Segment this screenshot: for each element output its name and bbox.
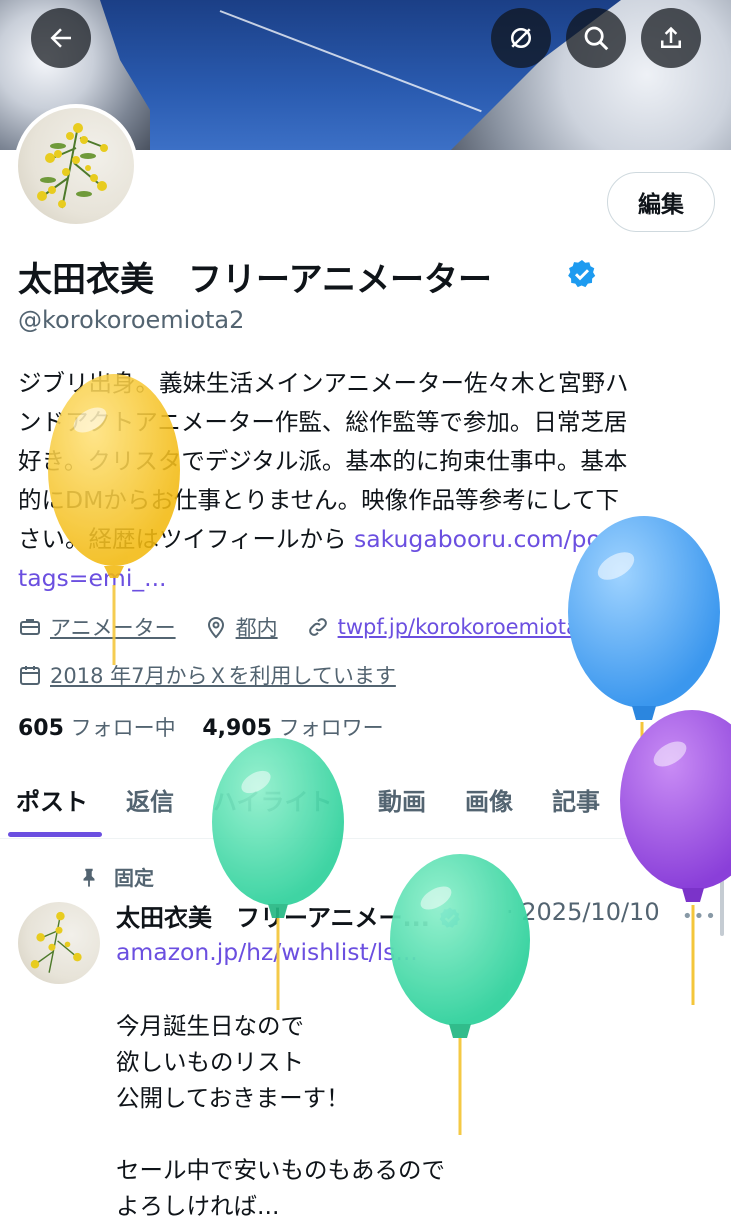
- profession-item[interactable]: アニメーター: [18, 612, 176, 642]
- bio-link[interactable]: sakugabooru.com/post?: [354, 525, 635, 553]
- verified-badge-icon: [568, 260, 596, 288]
- search-button[interactable]: [566, 8, 626, 68]
- briefcase-icon: [20, 619, 40, 635]
- avatar-mimosa-image: [18, 108, 134, 224]
- share-button[interactable]: [641, 8, 701, 68]
- active-tab-indicator: [8, 832, 102, 837]
- website-link[interactable]: twpf.jp/korokoroemiota2: [338, 615, 593, 639]
- joined-label: 2018 年7月からＸを利用しています: [50, 664, 396, 688]
- profession-label[interactable]: アニメーター: [50, 612, 176, 642]
- bio-line: ンドアクトアニメーター作監、総作監等で参加。日常芝居: [18, 408, 628, 436]
- tab-likes[interactable]: いいね: [640, 782, 712, 817]
- bio-line: 好き。クリスタでデジタル派。基本的に拘束仕事中。基本: [18, 447, 628, 475]
- scrollbar[interactable]: [720, 846, 724, 936]
- location-label[interactable]: 都内: [236, 612, 278, 642]
- pin-icon: [83, 868, 95, 887]
- profile-handle: @korokoroemiota2: [18, 306, 245, 334]
- avatar-mimosa-image: [30, 911, 82, 973]
- post-link[interactable]: amazon.jp/hz/wishlist/ls...: [116, 938, 418, 966]
- tab-posts[interactable]: ポスト: [16, 782, 88, 817]
- edit-profile-button[interactable]: 編集: [607, 172, 715, 232]
- profile-name: 太田衣美 フリーアニメーター: [18, 260, 492, 300]
- tab-images[interactable]: 画像: [465, 782, 513, 817]
- post-avatar[interactable]: [18, 902, 100, 984]
- following-link[interactable]: 605 フォロー中: [18, 716, 176, 741]
- bio-line: ジブリ出身。義妹生活メインアニメーター佐々木と宮野ハ: [18, 369, 629, 397]
- bio-line: さい。経歴はツイフィールから: [18, 525, 354, 553]
- tab-articles[interactable]: 記事: [552, 782, 600, 817]
- bio-line: 的にDMからお仕事とりません。映像作品等参考にして下: [18, 486, 619, 514]
- purple-balloon: [620, 710, 731, 1005]
- satellite-icon: [511, 28, 531, 48]
- banner-contrail: [219, 10, 482, 113]
- joined-item: 2018 年7月からＸを利用しています: [18, 660, 396, 690]
- profile-tabs: ポスト 返信 ハイライト 動画 画像 記事 いいね: [0, 770, 731, 839]
- tab-replies[interactable]: 返信: [126, 782, 174, 817]
- bio-link-continued[interactable]: tags=emi_...: [18, 564, 167, 592]
- profile-meta-row: アニメーター 都内 twpf.jp/korokoroemiota2: [18, 612, 620, 642]
- tab-videos[interactable]: 動画: [378, 782, 426, 817]
- follow-stats: 605 フォロー中 4,905 フォロワー: [18, 712, 384, 742]
- post-text: 今月誕生日なので 欲しいものリスト 公開しておきまーす！ セール中で安いものもあ…: [116, 1012, 445, 1220]
- post-date[interactable]: · 2025/10/10: [506, 898, 660, 926]
- pinned-label: 固定: [114, 866, 154, 890]
- location-pin-icon: [207, 617, 224, 639]
- joined-row: 2018 年7月からＸを利用しています: [18, 660, 424, 690]
- arrow-left-icon: [50, 28, 71, 48]
- post-more-icon[interactable]: •••: [682, 906, 717, 927]
- back-button[interactable]: [31, 8, 91, 68]
- profile-avatar[interactable]: [14, 104, 138, 228]
- grok-button[interactable]: [491, 8, 551, 68]
- link-icon: [308, 618, 327, 636]
- verified-badge-icon: [439, 907, 460, 928]
- profile-bio: ジブリ出身。義妹生活メインアニメーター佐々木と宮野ハ ンドアクトアニメーター作監…: [18, 364, 708, 598]
- pinned-indicator: 固定: [78, 862, 154, 891]
- search-icon: [584, 26, 609, 51]
- location-item[interactable]: 都内: [204, 612, 278, 642]
- calendar-icon: [20, 666, 40, 685]
- followers-link[interactable]: 4,905 フォロワー: [202, 716, 383, 741]
- website-item[interactable]: twpf.jp/korokoroemiota2: [306, 615, 593, 639]
- share-icon: [661, 26, 681, 48]
- post-header: 太田衣美 フリーアニメー... · 2025/10/10: [116, 898, 660, 933]
- tab-highlights[interactable]: ハイライト: [213, 782, 333, 817]
- post-author-name[interactable]: 太田衣美 フリーアニメー...: [116, 904, 430, 932]
